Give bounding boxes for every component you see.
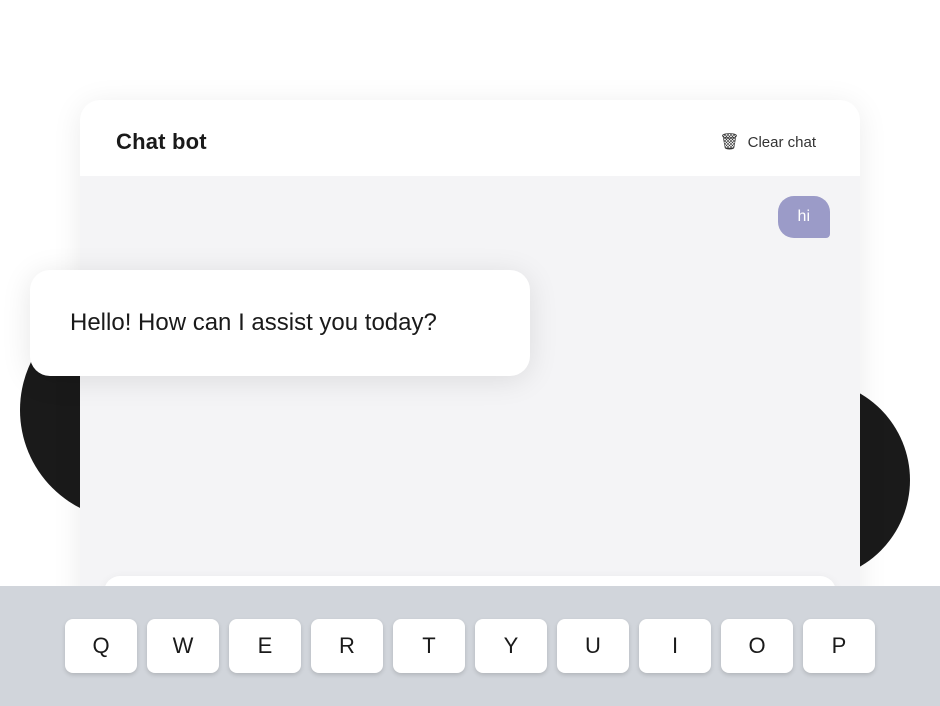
clear-chat-button[interactable]: 🗑 Clear chat xyxy=(711,128,824,156)
key-w[interactable]: W xyxy=(147,619,219,673)
key-o[interactable]: O xyxy=(721,619,793,673)
key-t[interactable]: T xyxy=(393,619,465,673)
keyboard: Q W E R T Y U I O P xyxy=(0,586,940,706)
key-q[interactable]: Q xyxy=(65,619,137,673)
chat-header: Chat bot 🗑 Clear chat xyxy=(80,100,860,176)
key-r[interactable]: R xyxy=(311,619,383,673)
bot-message-bubble: Hello! How can I assist you today? xyxy=(30,270,530,376)
user-message-bubble: hi xyxy=(778,196,830,238)
key-u[interactable]: U xyxy=(557,619,629,673)
key-e[interactable]: E xyxy=(229,619,301,673)
chat-title: Chat bot xyxy=(116,129,207,155)
key-y[interactable]: Y xyxy=(475,619,547,673)
trash-icon: 🗑 xyxy=(719,132,739,152)
key-p[interactable]: P xyxy=(803,619,875,673)
clear-chat-label: Clear chat xyxy=(748,134,816,151)
key-i[interactable]: I xyxy=(639,619,711,673)
bot-message-text: Hello! How can I assist you today? xyxy=(70,309,437,336)
